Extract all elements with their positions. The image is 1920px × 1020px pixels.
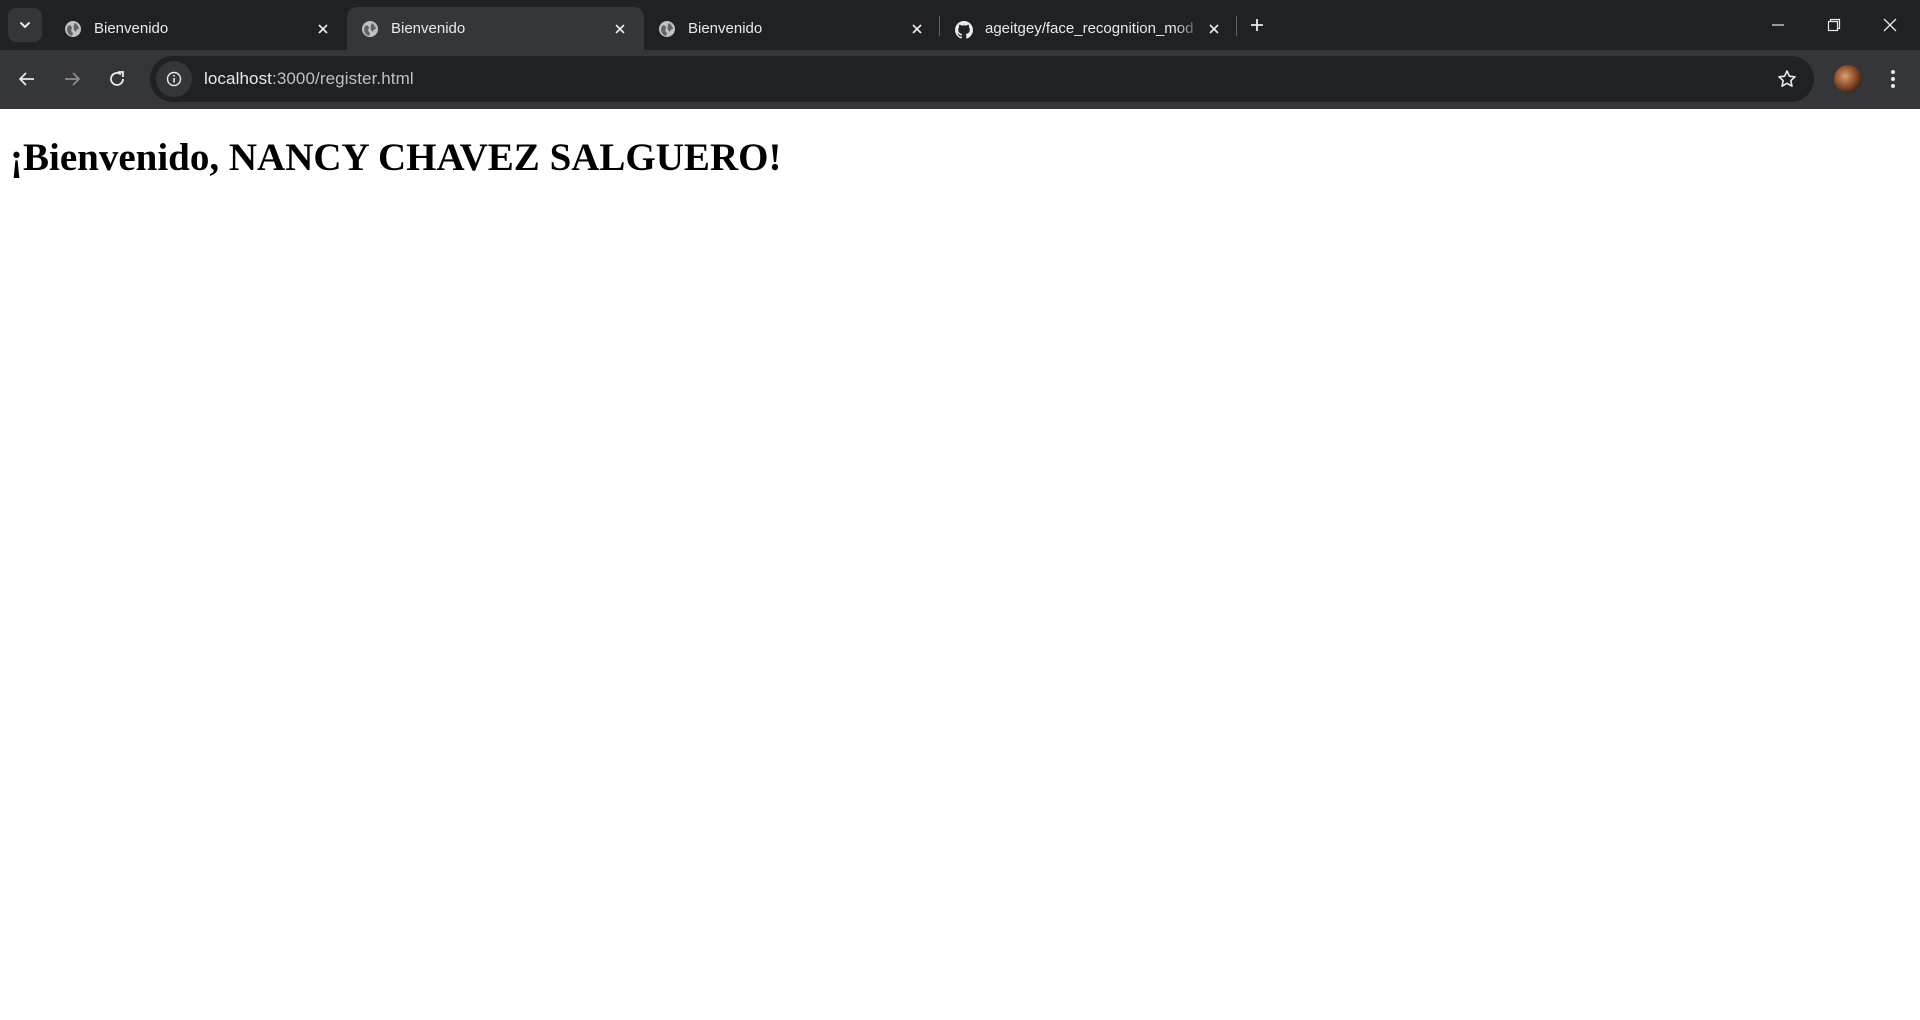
globe-icon — [361, 20, 379, 38]
more-vert-icon — [1891, 70, 1895, 88]
close-tab-icon[interactable] — [1202, 17, 1226, 41]
tab-title: ageitgey/face_recognition_mod — [985, 20, 1194, 37]
arrow-left-icon — [19, 72, 34, 86]
globe-icon — [658, 20, 676, 38]
close-icon — [1883, 18, 1897, 32]
reload-button[interactable] — [99, 61, 135, 97]
reload-icon — [110, 71, 124, 86]
close-tab-icon[interactable] — [608, 17, 632, 41]
profile-avatar[interactable] — [1834, 65, 1862, 93]
chevron-down-icon — [20, 22, 30, 28]
tab-4[interactable]: ageitgey/face_recognition_mod — [941, 7, 1238, 50]
tab-title: Bienvenido — [688, 20, 763, 37]
restore-button[interactable] — [1806, 0, 1862, 50]
tab-separator — [939, 16, 940, 36]
arrow-right-icon — [65, 72, 80, 86]
site-info-icon[interactable] — [156, 61, 192, 97]
browser-chrome: Bienvenido Bienvenido Bienvenido ageitge… — [0, 0, 1920, 109]
bookmark-star-icon[interactable] — [1772, 64, 1802, 94]
tab-1[interactable]: Bienvenido — [50, 7, 347, 50]
close-tab-icon[interactable] — [905, 17, 929, 41]
close-window-button[interactable] — [1862, 0, 1918, 50]
minimize-icon — [1772, 24, 1784, 26]
tab-title: Bienvenido — [94, 20, 169, 37]
back-button[interactable] — [9, 61, 45, 97]
tab-3[interactable]: Bienvenido — [644, 7, 941, 50]
forward-button[interactable] — [54, 61, 90, 97]
tab-title: Bienvenido — [391, 20, 466, 37]
tab-2[interactable]: Bienvenido — [347, 7, 644, 50]
new-tab-button[interactable] — [1242, 10, 1272, 40]
welcome-heading: ¡Bienvenido, NANCY CHAVEZ SALGUERO! — [10, 136, 782, 179]
url-path: :3000/register.html — [272, 69, 414, 88]
restore-icon — [1827, 18, 1841, 32]
minimize-button[interactable] — [1750, 0, 1806, 50]
browser-toolbar: localhost:3000/register.html — [0, 50, 1920, 109]
globe-icon — [64, 20, 82, 38]
page-content: ¡Bienvenido, NANCY CHAVEZ SALGUERO! — [0, 109, 1920, 1020]
plus-icon — [1251, 19, 1263, 31]
address-bar[interactable]: localhost:3000/register.html — [150, 56, 1814, 102]
close-tab-icon[interactable] — [311, 17, 335, 41]
browser-menu-button[interactable] — [1878, 63, 1908, 95]
github-icon — [955, 20, 973, 39]
url-host: localhost — [204, 69, 272, 88]
url-text: localhost:3000/register.html — [204, 69, 414, 89]
tab-separator — [1236, 16, 1237, 36]
tab-strip: Bienvenido Bienvenido Bienvenido ageitge… — [0, 0, 1920, 50]
tab-search-button[interactable] — [8, 8, 42, 42]
